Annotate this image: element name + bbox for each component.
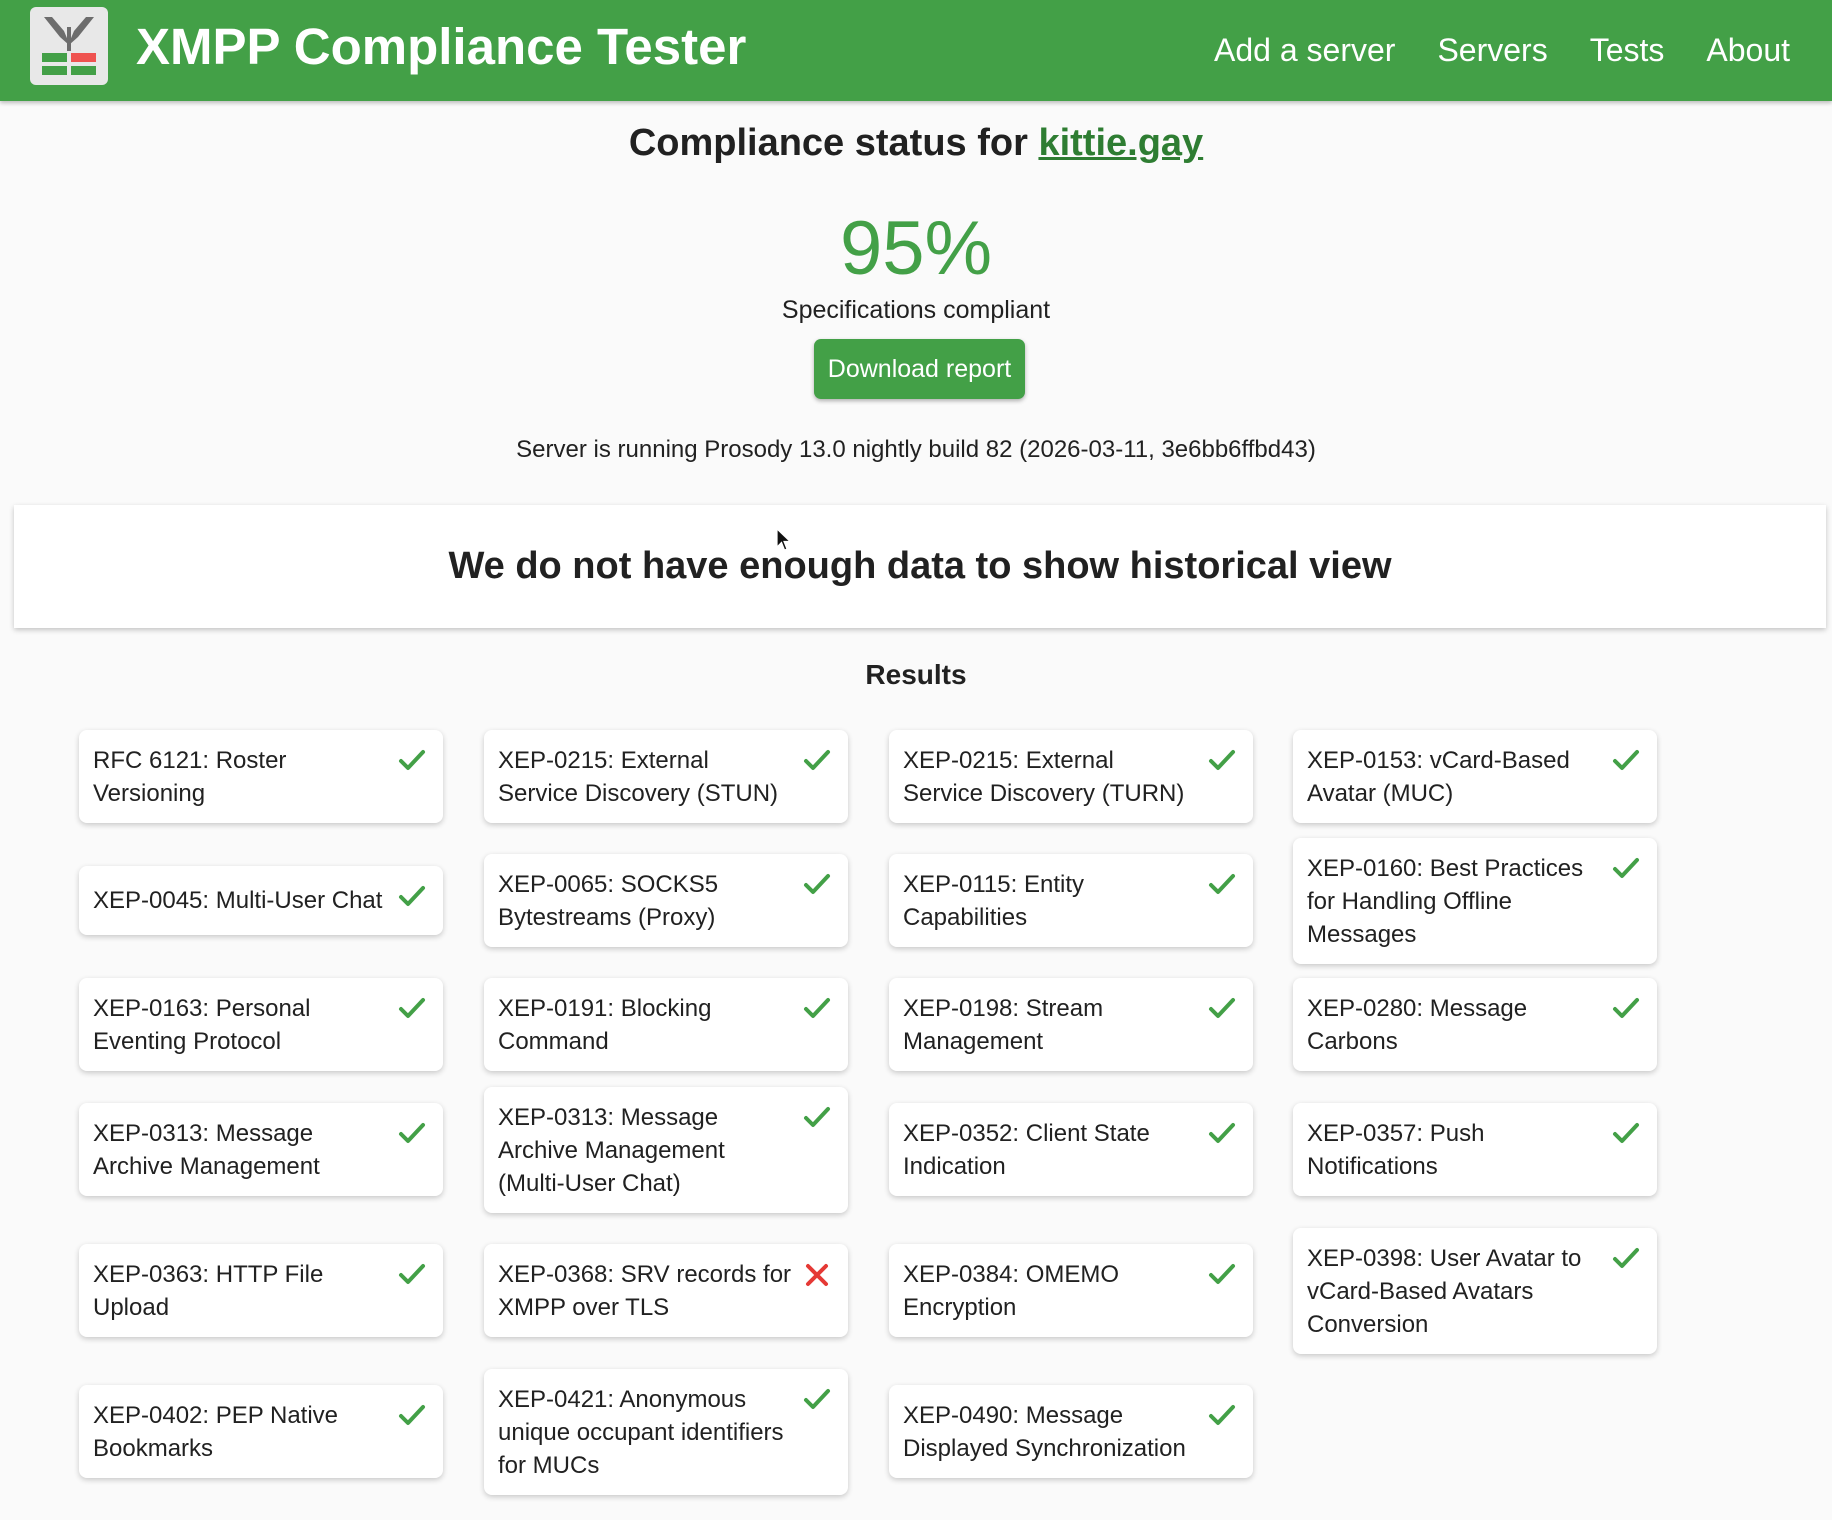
result-card[interactable]: XEP-0045: Multi-User Chat — [79, 866, 443, 935]
checkmark-icon — [397, 1119, 427, 1149]
checkmark-icon — [1611, 994, 1641, 1024]
result-label: XEP-0115: Entity Capabilities — [903, 870, 1084, 931]
nav-servers[interactable]: Servers — [1437, 32, 1547, 69]
result-label: XEP-0045: Multi-User Chat — [93, 887, 383, 914]
results-heading: Results — [865, 659, 967, 690]
result-card[interactable]: XEP-0065: SOCKS5 Bytestreams (Proxy) — [484, 854, 848, 947]
result-card[interactable]: XEP-0313: Message Archive Management — [79, 1103, 443, 1196]
result-card[interactable]: XEP-0313: Message Archive Management (Mu… — [484, 1087, 848, 1213]
result-label: XEP-0280: Message Carbons — [1307, 994, 1528, 1055]
result-label: XEP-0363: HTTP File Upload — [93, 1260, 324, 1321]
result-card[interactable]: XEP-0160: Best Practices for Handling Of… — [1293, 838, 1657, 964]
result-card[interactable]: XEP-0191: Blocking Command — [484, 978, 848, 1071]
result-card[interactable]: XEP-0198: Stream Management — [889, 978, 1253, 1071]
checkmark-icon — [802, 1385, 832, 1415]
result-card[interactable]: RFC 6121: Roster Versioning — [79, 730, 443, 823]
checkmark-icon — [1611, 746, 1641, 776]
checkmark-icon — [1207, 994, 1237, 1024]
result-label: XEP-0191: Blocking Command — [498, 994, 712, 1055]
checkmark-icon — [397, 1401, 427, 1431]
checkmark-icon — [1611, 1119, 1641, 1149]
result-label: XEP-0153: vCard-Based Avatar (MUC) — [1307, 746, 1570, 807]
result-label: XEP-0215: External Service Discovery (TU… — [903, 746, 1185, 807]
nav-about[interactable]: About — [1706, 32, 1790, 69]
historical-view-panel: We do not have enough data to show histo… — [14, 505, 1826, 628]
result-label: XEP-0398: User Avatar to vCard-Based Ava… — [1307, 1244, 1582, 1338]
result-card[interactable]: XEP-0368: SRV records for XMPP over TLS — [484, 1244, 848, 1337]
result-card[interactable]: XEP-0402: PEP Native Bookmarks — [79, 1385, 443, 1478]
result-card[interactable]: XEP-0490: Message Displayed Synchronizat… — [889, 1385, 1253, 1478]
cross-icon — [802, 1260, 832, 1290]
result-card[interactable]: XEP-0363: HTTP File Upload — [79, 1244, 443, 1337]
result-label: XEP-0065: SOCKS5 Bytestreams (Proxy) — [498, 870, 719, 931]
result-label: XEP-0384: OMEMO Encryption — [903, 1260, 1120, 1321]
checkmark-icon — [1207, 1401, 1237, 1431]
server-software-info: Server is running Prosody 13.0 nightly b… — [516, 436, 1316, 463]
result-label: XEP-0421: Anonymous unique occupant iden… — [498, 1385, 784, 1479]
result-card[interactable]: XEP-0384: OMEMO Encryption — [889, 1244, 1253, 1337]
result-label: XEP-0198: Stream Management — [903, 994, 1104, 1055]
main-nav: Add a server Servers Tests About — [1214, 0, 1832, 101]
checkmark-icon — [1207, 1260, 1237, 1290]
checkmark-icon — [802, 746, 832, 776]
checkmark-icon — [1207, 1119, 1237, 1149]
compliance-status-heading: Compliance status for kittie.gay — [0, 119, 1832, 167]
checkmark-icon — [397, 1260, 427, 1290]
result-card[interactable]: XEP-0163: Personal Eventing Protocol — [79, 978, 443, 1071]
result-label: XEP-0368: SRV records for XMPP over TLS — [498, 1260, 792, 1321]
nav-tests[interactable]: Tests — [1590, 32, 1665, 69]
result-label: XEP-0313: Message Archive Management — [93, 1119, 320, 1180]
result-card[interactable]: XEP-0215: External Service Discovery (ST… — [484, 730, 848, 823]
download-report-button[interactable]: Download report — [814, 339, 1025, 399]
top-app-bar: XMPP Compliance Tester Add a server Serv… — [0, 0, 1832, 101]
result-label: RFC 6121: Roster Versioning — [93, 746, 287, 807]
historical-view-message: We do not have enough data to show histo… — [448, 545, 1392, 587]
result-label: XEP-0402: PEP Native Bookmarks — [93, 1401, 339, 1462]
result-label: XEP-0352: Client State Indication — [903, 1119, 1150, 1180]
nav-add-server[interactable]: Add a server — [1214, 32, 1395, 69]
compliance-percent: 95% — [839, 206, 993, 291]
result-card[interactable]: XEP-0115: Entity Capabilities — [889, 854, 1253, 947]
checkmark-icon — [397, 882, 427, 912]
result-label: XEP-0313: Message Archive Management (Mu… — [498, 1103, 725, 1197]
result-card[interactable]: XEP-0398: User Avatar to vCard-Based Ava… — [1293, 1228, 1657, 1354]
checkmark-icon — [397, 994, 427, 1024]
checkmark-icon — [397, 746, 427, 776]
checkmark-icon — [1611, 854, 1641, 884]
checkmark-icon — [1207, 870, 1237, 900]
result-card[interactable]: XEP-0421: Anonymous unique occupant iden… — [484, 1369, 848, 1495]
mouse-cursor-icon — [776, 528, 792, 551]
result-card[interactable]: XEP-0352: Client State Indication — [889, 1103, 1253, 1196]
checkmark-icon — [802, 994, 832, 1024]
result-label: XEP-0490: Message Displayed Synchronizat… — [903, 1401, 1186, 1462]
result-card[interactable]: XEP-0280: Message Carbons — [1293, 978, 1657, 1071]
compliance-percent-label: Specifications compliant — [781, 296, 1051, 324]
checkmark-icon — [802, 1103, 832, 1133]
app-title[interactable]: XMPP Compliance Tester — [136, 16, 746, 78]
result-label: XEP-0215: External Service Discovery (ST… — [498, 746, 779, 807]
checkmark-icon — [1207, 746, 1237, 776]
result-label: XEP-0160: Best Practices for Handling Of… — [1307, 854, 1584, 948]
heading-prefix: Compliance status for — [628, 122, 1039, 164]
checkmark-icon — [1611, 1244, 1641, 1274]
result-card[interactable]: XEP-0215: External Service Discovery (TU… — [889, 730, 1253, 823]
result-card[interactable]: XEP-0153: vCard-Based Avatar (MUC) — [1293, 730, 1657, 823]
checkmark-icon — [802, 870, 832, 900]
result-card[interactable]: XEP-0357: Push Notifications — [1293, 1103, 1657, 1196]
xmpp-compliance-logo-icon[interactable] — [30, 7, 108, 85]
server-domain-link[interactable]: kittie.gay — [1038, 122, 1203, 164]
result-label: XEP-0163: Personal Eventing Protocol — [93, 994, 311, 1055]
result-label: XEP-0357: Push Notifications — [1307, 1119, 1485, 1180]
